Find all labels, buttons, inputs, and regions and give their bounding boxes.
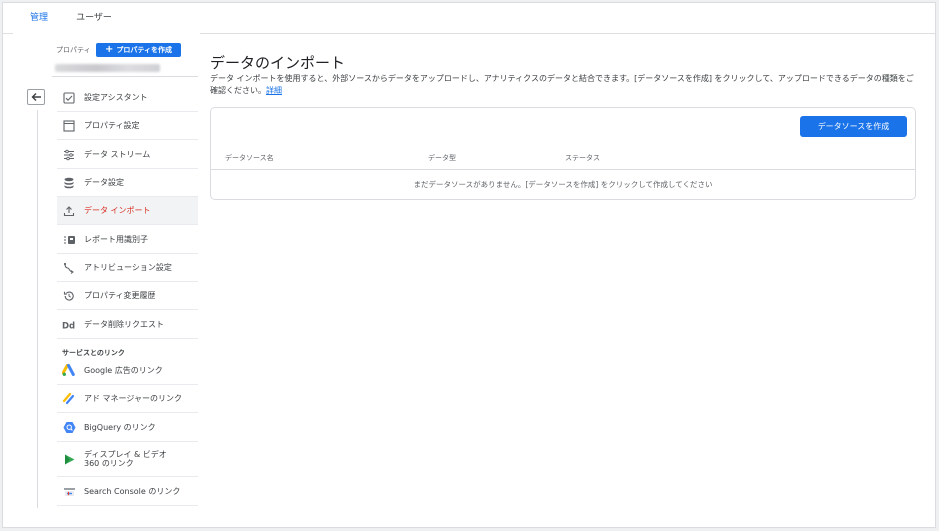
sidebar-item-label: データ設定 [84, 178, 124, 187]
column-header-data-source-name[interactable]: データソース名 [225, 153, 274, 163]
svg-text:Dd: Dd [62, 321, 75, 331]
create-data-source-button[interactable]: データソースを作成 [800, 116, 907, 137]
sidebar-item-label: プロパティ変更履歴 [84, 291, 156, 300]
back-button[interactable] [27, 89, 45, 105]
top-tab-bar: 管理 ユーザー [3, 3, 935, 34]
sidebar-item-label: アトリビューション設定 [84, 263, 172, 272]
sidebar-item-ad-manager-links[interactable]: アド マネージャーのリンク [57, 385, 198, 413]
data-deletion-icon: Dd [62, 318, 76, 332]
page-title: データのインポート [210, 54, 346, 72]
data-streams-icon [62, 148, 76, 162]
sidebar-item-label: BigQuery のリンク [84, 423, 156, 432]
create-property-label: プロパティを作成 [116, 46, 172, 54]
plus-icon: + [105, 44, 114, 55]
property-label: プロパティ [56, 46, 91, 54]
upload-icon [62, 204, 76, 218]
sidebar-item-label: レポート用識別子 [84, 235, 148, 244]
arrow-left-icon [31, 93, 41, 101]
create-property-button[interactable]: + プロパティを作成 [96, 43, 181, 57]
sidebar-item-reporting-identity[interactable]: レポート用識別子 [57, 226, 198, 254]
sidebar-item-label: アド マネージャーのリンク [84, 394, 182, 403]
sidebar-item-data-settings[interactable]: データ設定 [57, 169, 198, 197]
ad-manager-icon [62, 392, 76, 406]
google-ads-icon [62, 364, 76, 378]
sidebar-item-label: ディスプレイ & ビデオ 360 のリンク [84, 450, 167, 468]
sidebar-item-setup-assistant[interactable]: 設定アシスタント [57, 84, 198, 112]
sidebar-item-search-console-links[interactable]: Search Console のリンク [57, 478, 198, 506]
description-text: データ インポートを使用すると、外部ソースからデータをアップロードし、アナリティ… [210, 74, 914, 95]
sidebar-item-property-settings[interactable]: プロパティ設定 [57, 112, 198, 140]
redacted-property-name [55, 64, 160, 72]
sidebar-item-google-ads-links[interactable]: Google 広告のリンク [57, 357, 198, 385]
column-header-status[interactable]: ステータス [565, 153, 600, 163]
sidebar-item-label: データ インポート [84, 206, 151, 215]
sidebar-item-data-import[interactable]: データ インポート [57, 197, 198, 225]
empty-state-message: まだデータソースがありません。[データソースを作成] をクリックして作成してくだ… [413, 180, 713, 189]
sidebar-item-attribution-settings[interactable]: アトリビューション設定 [57, 254, 198, 282]
sidebar-item-property-change-history[interactable]: プロパティ変更履歴 [57, 282, 198, 310]
sidebar-item-dv360-links[interactable]: ディスプレイ & ビデオ 360 のリンク [57, 442, 198, 477]
sidebar-item-label: データ ストリーム [84, 150, 151, 159]
attribution-icon [62, 261, 76, 275]
property-settings-icon [62, 119, 76, 133]
database-icon [62, 176, 76, 190]
sidebar-item-data-streams[interactable]: データ ストリーム [57, 141, 198, 169]
sidebar-item-label: データ削除リクエスト [84, 320, 164, 329]
checkbox-icon [62, 91, 76, 105]
reporting-identity-icon [62, 233, 76, 247]
history-icon [62, 289, 76, 303]
details-link[interactable]: 詳細 [266, 86, 282, 95]
sidebar-item-label: 設定アシスタント [84, 93, 148, 102]
sidebar-item-label: プロパティ設定 [84, 121, 140, 130]
property-selector[interactable] [52, 61, 198, 77]
search-console-icon [62, 485, 76, 499]
data-sources-card: データソースを作成 データソース名 データ型 ステータス まだデータソースがあり… [210, 107, 916, 200]
bigquery-icon [62, 421, 76, 435]
dv360-icon [62, 452, 76, 466]
sidebar-item-bigquery-links[interactable]: BigQuery のリンク [57, 414, 198, 442]
sidebar-item-label: Search Console のリンク [84, 487, 181, 496]
sidebar-rail [37, 110, 38, 508]
sidebar-item-data-deletion-requests[interactable]: Dd データ削除リクエスト [57, 311, 198, 339]
tab-admin[interactable]: 管理 [16, 3, 62, 34]
tab-user[interactable]: ユーザー [65, 3, 123, 34]
sidebar-item-label: Google 広告のリンク [84, 366, 163, 375]
page-description: データ インポートを使用すると、外部ソースからデータをアップロードし、アナリティ… [210, 73, 915, 97]
table-divider [211, 169, 915, 170]
column-header-data-type[interactable]: データ型 [428, 153, 456, 163]
